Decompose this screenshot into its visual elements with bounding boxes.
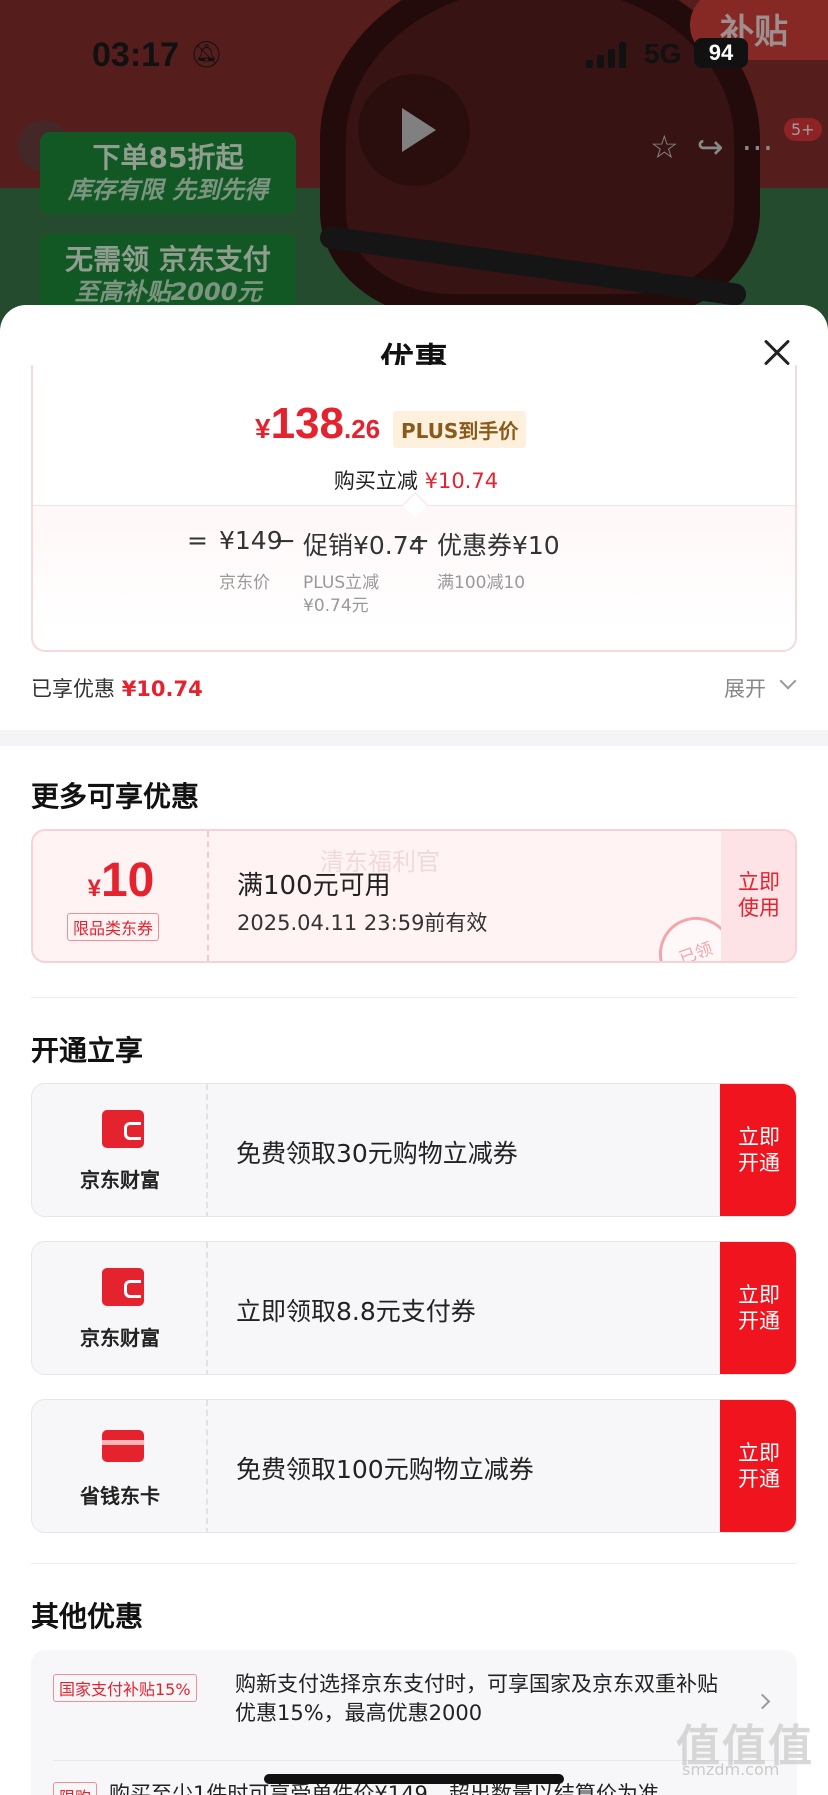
use-now-line2: 使用 (738, 896, 780, 921)
silent-bell-icon: 🔕︎ (190, 40, 224, 70)
battery-icon: 94 (694, 38, 748, 68)
open-card-desc: 免费领取30元购物立减券 (236, 1139, 518, 1168)
jd-price-label: 京东价 (219, 573, 270, 593)
more-offers-title: 更多可享优惠 (31, 780, 200, 813)
wallet-icon (102, 1268, 144, 1306)
chevron-down-icon[interactable] (779, 672, 797, 690)
coupon-label: 满100减10 (437, 573, 526, 593)
final-price-decimal: .26 (344, 414, 381, 444)
open-now-button[interactable]: 立即 开通 (720, 1400, 796, 1532)
national-subsidy-text: 购新支付选择京东支付时，可享国家及京东双重补贴优惠15%，最高优惠2000 (235, 1672, 718, 1726)
other-offers-title: 其他优惠 (31, 1600, 144, 1633)
open-now-line1: 立即 (738, 1125, 780, 1149)
divider (31, 997, 797, 998)
site-watermark-url: smzdm.com (682, 1760, 780, 1779)
minus-sign-1: − (275, 526, 296, 555)
open-now-line2: 开通 (738, 1309, 780, 1334)
price-breakdown: = ¥149 − 促销¥0.74 − 优惠券¥10 京东价 PLUS立减 ¥0.… (33, 492, 795, 631)
open-now-line1: 立即 (738, 1283, 780, 1307)
coupon-currency: ¥ (87, 875, 101, 902)
brand-area: 省钱东卡 (32, 1400, 208, 1532)
coupon-amount-value: 10 (100, 854, 155, 907)
minus-sign-2: − (409, 526, 430, 555)
breakdown-notch (402, 492, 428, 518)
promo-discount: 促销¥0.74 (303, 531, 425, 560)
final-price-currency: ¥ (255, 413, 271, 444)
use-now-button[interactable]: 立即 使用 (721, 831, 795, 961)
open-now-line2: 开通 (738, 1151, 780, 1176)
jd-price: ¥149 (219, 526, 283, 555)
coupon-type-tag: 限品类东券 (67, 913, 160, 941)
brand-name: 京东财富 (80, 1168, 160, 1192)
network-type: 5G (644, 38, 682, 69)
plus-price-tag: PLUS到手价 (393, 411, 527, 448)
offers-sheet: 优惠 ¥138.26 PLUS到手价 购买立减 ¥10.74 = ¥149 − … (0, 305, 828, 1795)
final-price: ¥138.26 (255, 399, 380, 449)
promo-label-line1: PLUS立减 (303, 573, 380, 593)
brand-area: 京东财富 (32, 1242, 208, 1374)
purchase-limit-tag: 限购 (53, 1782, 98, 1795)
open-card-saving-card[interactable]: 省钱东卡 免费领取100元购物立减券 立即 开通 (31, 1399, 797, 1533)
home-indicator[interactable] (264, 1774, 564, 1784)
coupon-amount: ¥10 (33, 853, 209, 908)
status-time: 03:17 (92, 36, 179, 74)
final-price-integer: 138 (270, 399, 344, 448)
enjoyed-label: 已享优惠 (31, 677, 115, 701)
coupon-discount: 优惠券¥10 (437, 531, 560, 560)
open-now-line2: 开通 (738, 1467, 780, 1492)
instant-cut-label: 购买立减 (333, 469, 418, 493)
coupon-value-area: ¥10 限品类东券 (33, 831, 209, 961)
brand-name: 省钱东卡 (80, 1484, 160, 1508)
open-enjoy-title: 开通立享 (31, 1034, 144, 1067)
open-now-button[interactable]: 立即 开通 (720, 1084, 796, 1216)
use-now-line1: 立即 (738, 870, 780, 894)
divider (53, 1760, 775, 1761)
brand-area: 京东财富 (32, 1084, 208, 1216)
national-subsidy-row[interactable]: 国家支付补贴15% 购新支付选择京东支付时，可享国家及京东双重补贴优惠15%，最… (53, 1670, 753, 1725)
promo-label: PLUS立减 ¥0.74元 (303, 572, 379, 618)
instant-cut-value: ¥10.74 (424, 469, 499, 493)
national-subsidy-tag: 国家支付补贴15% (53, 1674, 197, 1702)
open-now-line1: 立即 (738, 1441, 780, 1465)
coupon-expiry: 2025.04.11 23:59前有效 (237, 911, 488, 935)
wallet-icon (102, 1110, 144, 1148)
cellular-signal-icon (586, 42, 626, 68)
brand-name: 京东财富 (80, 1326, 160, 1350)
section-separator (0, 730, 828, 746)
open-card-jd-finance-2[interactable]: 京东财富 立即领取8.8元支付券 立即 开通 (31, 1241, 797, 1375)
coupon-watermark: 清东福利官 (320, 848, 440, 876)
enjoyed-value: ¥10.74 (121, 677, 203, 701)
price-card: ¥138.26 PLUS到手价 购买立减 ¥10.74 = ¥149 − 促销¥… (31, 365, 797, 652)
open-card-jd-finance-1[interactable]: 京东财富 免费领取30元购物立减券 立即 开通 (31, 1083, 797, 1217)
divider (31, 1563, 797, 1564)
open-card-desc: 立即领取8.8元支付券 (236, 1297, 476, 1326)
expand-button[interactable]: 展开 (724, 673, 766, 703)
card-icon (102, 1430, 144, 1462)
status-bar: 03:17 🔕︎ 5G 94 (0, 0, 828, 110)
chevron-right-icon[interactable] (754, 1693, 771, 1710)
open-card-desc: 免费领取100元购物立减券 (236, 1455, 534, 1484)
instant-cut: 购买立减 ¥10.74 (33, 465, 799, 495)
promo-label-line2: ¥0.74元 (303, 595, 369, 616)
enjoyed-discount: 已享优惠 ¥10.74 (31, 673, 203, 703)
equals-sign: = (187, 526, 208, 555)
open-now-button[interactable]: 立即 开通 (720, 1242, 796, 1374)
